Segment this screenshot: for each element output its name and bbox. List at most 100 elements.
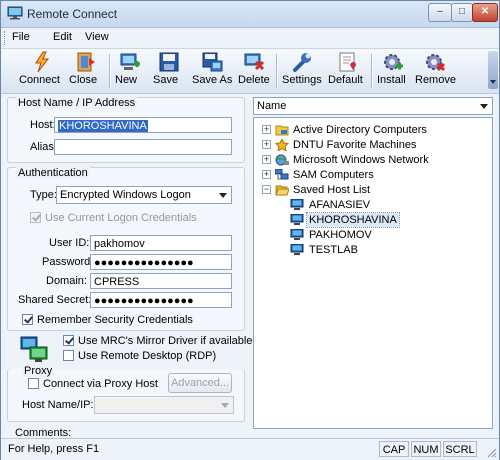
advanced-button[interactable]: Advanced... [168, 373, 232, 393]
tree-host-label-selected: KHOROSHAVINA [306, 212, 400, 228]
new-computer-icon [120, 53, 140, 70]
computer-icon [290, 244, 304, 255]
auth-type-select[interactable]: Encrypted Windows Logon [56, 186, 232, 204]
proxy-host-checkbox[interactable]: Connect via Proxy Host [28, 378, 158, 390]
use-current-logon-checkbox[interactable]: Use Current Logon Credentials [30, 212, 197, 224]
network-folder-icon [275, 125, 289, 136]
new-label: New [115, 74, 138, 86]
connect-button[interactable]: Connect [19, 50, 65, 90]
tree-host-label: AFANASIEV [309, 199, 371, 211]
install-button[interactable]: Install [377, 50, 409, 90]
save-as-label: Save As [192, 74, 233, 86]
tree-host-label: TESTLAB [309, 244, 358, 256]
alias-label: Alias: [30, 141, 57, 153]
tree-node-label: Saved Host List [293, 184, 371, 196]
maximize-button[interactable]: □ [451, 3, 473, 22]
proxy-host-label: Connect via Proxy Host [43, 378, 158, 390]
delete-label: Delete [238, 74, 270, 86]
close-window-button[interactable]: ✕ [472, 3, 498, 22]
save-button[interactable]: Save [153, 50, 185, 90]
menu-file[interactable]: File [12, 31, 30, 43]
wrench-icon [293, 53, 311, 72]
computer-icon [290, 214, 304, 225]
host-label: Host: [30, 119, 56, 131]
tree-node-label: Active Directory Computers [293, 124, 427, 136]
proxy-group: Proxy Connect via Proxy Host Advanced...… [7, 365, 245, 422]
alias-input[interactable] [54, 139, 232, 155]
new-button[interactable]: New [115, 50, 145, 90]
tree-node-label: SAM Computers [293, 169, 374, 181]
password-input[interactable]: ●●●●●●●●●●●●●●● [90, 254, 232, 270]
status-text: For Help, press F1 [8, 443, 100, 455]
remote-desktop-checkbox[interactable]: Use Remote Desktop (RDP) [63, 350, 216, 362]
default-button[interactable]: Default [328, 50, 366, 90]
type-label: Type: [30, 189, 57, 201]
checkbox-icon [30, 212, 41, 223]
proxy-host-name-label: Host Name/IP: [22, 399, 94, 411]
expand-icon[interactable]: + [262, 125, 271, 134]
tree-view-select[interactable]: Name [253, 97, 493, 115]
shared-secret-input[interactable]: ●●●●●●●●●●●●●●● [90, 292, 232, 308]
domain-label: Domain: [46, 275, 87, 287]
open-folder-icon [275, 185, 289, 196]
default-label: Default [328, 74, 363, 86]
num-lock-indicator: NUM [411, 441, 441, 457]
caps-lock-indicator: CAP [379, 441, 409, 457]
close-label: Close [69, 74, 98, 86]
auth-group-title: Authentication [16, 167, 90, 179]
close-button[interactable]: Close [69, 50, 103, 90]
remember-credentials-label: Remember Security Credentials [37, 314, 193, 326]
tree-view-value: Name [257, 100, 287, 112]
save-label: Save [153, 74, 179, 86]
domain-input[interactable]: CPRESS [90, 273, 232, 289]
save-as-button[interactable]: Save As [192, 50, 232, 90]
expand-icon[interactable]: + [262, 170, 271, 179]
toolbar-separator [371, 54, 373, 88]
remove-button[interactable]: Remove [415, 50, 456, 90]
menu-grip[interactable] [4, 31, 8, 45]
host-value: KHOROSHAVINA [58, 120, 148, 132]
host-input[interactable]: KHOROSHAVINA [54, 117, 232, 133]
toolbar-overflow-chevron-icon[interactable] [488, 51, 498, 89]
remote-desktop-monitors-icon [20, 336, 48, 362]
remote-desktop-label: Use Remote Desktop (RDP) [78, 350, 217, 362]
app-window: Remote Connect – □ ✕ File Edit View Conn… [0, 0, 500, 460]
host-tree[interactable]: + Active Directory Computers + DNTU Favo… [253, 117, 493, 429]
proxy-host-select[interactable] [94, 396, 234, 414]
delete-button[interactable]: Delete [238, 50, 270, 90]
collapse-icon[interactable]: − [262, 185, 271, 194]
settings-button[interactable]: Settings [282, 50, 322, 90]
expand-icon[interactable]: + [262, 155, 271, 164]
authentication-group: Authentication Type: Encrypted Windows L… [7, 167, 245, 331]
title-bar[interactable]: Remote Connect – □ ✕ [1, 1, 499, 28]
globe-network-icon [275, 154, 289, 166]
tree-node-label: Microsoft Windows Network [293, 154, 429, 166]
computers-group-icon [275, 169, 289, 180]
mirror-driver-label: Use MRC's Mirror Driver if available [78, 335, 253, 347]
settings-label: Settings [282, 74, 322, 86]
minimize-button[interactable]: – [428, 3, 452, 22]
checkbox-icon [63, 335, 74, 346]
remember-credentials-checkbox[interactable]: Remember Security Credentials [22, 314, 193, 326]
mirror-driver-checkbox[interactable]: Use MRC's Mirror Driver if available [63, 335, 252, 347]
lightning-icon [35, 51, 50, 73]
checkbox-icon [22, 314, 33, 325]
floppy-icon [159, 52, 179, 72]
menu-edit[interactable]: Edit [53, 31, 72, 43]
menu-view[interactable]: View [85, 31, 109, 43]
user-id-label: User ID: [49, 237, 90, 249]
status-bar: For Help, press F1 CAP NUM SCRL [1, 438, 499, 460]
default-document-icon [339, 52, 356, 72]
chevron-down-icon [221, 403, 229, 408]
user-id-input[interactable]: pakhomov [90, 235, 232, 251]
resize-grip-icon[interactable] [485, 446, 497, 458]
save-as-icon [202, 52, 223, 72]
proxy-group-title: Proxy [22, 365, 55, 377]
toolbar-separator [276, 54, 278, 88]
remove-gear-icon [426, 54, 446, 72]
toolbar: Connect Close New Save Save As Delete Se… [1, 48, 499, 94]
star-folder-icon [275, 139, 289, 151]
password-label: Password: [42, 256, 94, 268]
host-tree-pane: Name + Active Directory Computers + DNTU… [253, 95, 493, 435]
expand-icon[interactable]: + [262, 140, 271, 149]
